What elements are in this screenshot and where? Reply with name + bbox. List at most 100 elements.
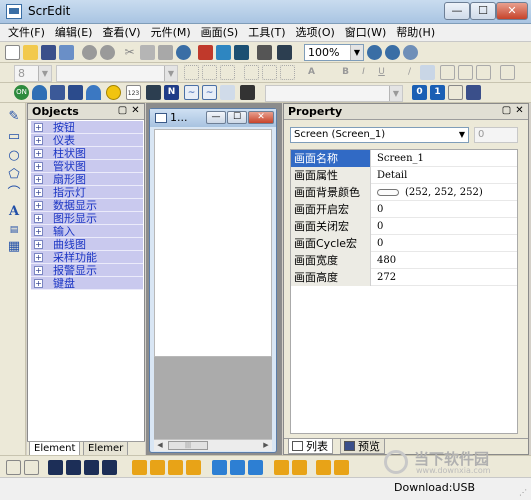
list-item[interactable]: + 仪表 — [31, 134, 143, 147]
center-icon[interactable] — [316, 460, 331, 475]
layer-up-icon[interactable] — [84, 460, 99, 475]
bold-icon[interactable]: B — [338, 65, 353, 80]
expand-icon[interactable]: + — [34, 136, 43, 145]
list-item[interactable]: + 图形显示 — [31, 212, 143, 225]
property-value[interactable]: Screen_1 — [377, 150, 424, 167]
font-color-icon[interactable]: A — [304, 65, 319, 80]
scroll-right-icon[interactable]: ▶ — [261, 441, 271, 450]
space-h-icon[interactable] — [274, 460, 289, 475]
doc-minimize-button[interactable]: — — [206, 111, 226, 124]
close-icon[interactable]: ✕ — [130, 105, 141, 117]
tab-element[interactable]: Element — [29, 442, 81, 456]
property-value[interactable]: 0 — [377, 235, 383, 252]
underline-icon[interactable]: U — [374, 65, 389, 80]
ungroup-icon[interactable] — [476, 65, 491, 80]
object-selector[interactable]: Screen (Screen_1) ▼ — [290, 127, 469, 143]
property-row[interactable]: 画面Cycle宏 0 — [291, 235, 517, 252]
expand-icon[interactable]: + — [34, 279, 43, 288]
close-icon[interactable]: ✕ — [514, 105, 525, 117]
bring-front-icon[interactable] — [6, 460, 21, 475]
rectangle-icon[interactable]: ▭ — [6, 129, 22, 145]
style-select[interactable]: ▼ — [265, 85, 403, 102]
digit-1-icon[interactable]: 1 — [430, 85, 445, 100]
list-item[interactable]: + 柱状图 — [31, 147, 143, 160]
digit-0-icon[interactable]: 0 — [412, 85, 427, 100]
undo-icon[interactable] — [82, 45, 97, 60]
property-value[interactable]: 0 — [377, 201, 383, 218]
nixie-icon[interactable]: N — [164, 85, 179, 100]
zoom-in-icon[interactable] — [367, 45, 382, 60]
list-item[interactable]: + 管状图 — [31, 160, 143, 173]
tab-element-2[interactable]: Elemer — [83, 442, 129, 456]
lamp-element-icon[interactable] — [50, 85, 65, 100]
round-button-icon[interactable] — [106, 85, 121, 100]
alarm-icon[interactable]: ~ — [202, 85, 217, 100]
print-icon[interactable] — [257, 45, 272, 60]
align-r-icon[interactable] — [168, 460, 183, 475]
pencil-icon[interactable]: ✎ — [6, 109, 22, 125]
property-row[interactable]: 画面宽度 480 — [291, 252, 517, 269]
menu-edit[interactable]: 编辑(E) — [50, 24, 98, 42]
list-item[interactable]: + 采样功能 — [31, 251, 143, 264]
menu-element[interactable]: 元件(M) — [146, 24, 196, 42]
expand-icon[interactable]: + — [34, 266, 43, 275]
compile-icon[interactable] — [198, 45, 213, 60]
property-row[interactable]: 画面开启宏 0 — [291, 201, 517, 218]
list-item[interactable]: + 曲线图 — [31, 238, 143, 251]
color-swatch[interactable] — [377, 189, 399, 196]
property-value[interactable]: Detail — [377, 167, 407, 184]
zoom-select[interactable]: 100% ▼ — [304, 44, 364, 61]
property-value[interactable]: 272 — [377, 269, 396, 286]
maximize-button[interactable]: ☐ — [470, 2, 496, 20]
property-value[interactable]: 0 — [377, 218, 383, 235]
align-top-icon[interactable] — [244, 65, 259, 80]
arc-icon[interactable]: ⌒ — [6, 186, 22, 202]
pen-icon[interactable]: / — [402, 65, 417, 80]
keypad-icon[interactable] — [146, 85, 161, 100]
property-row[interactable]: 画面背景颜色 (252, 252, 252) — [291, 184, 517, 201]
import-icon[interactable] — [59, 45, 74, 60]
table-icon[interactable]: ▦ — [6, 239, 22, 255]
pipe-element-icon[interactable] — [68, 85, 83, 100]
align-right-icon[interactable] — [220, 65, 235, 80]
scroll-thumb[interactable]: ||| — [168, 441, 208, 450]
send-back-icon[interactable] — [24, 460, 39, 475]
backward-icon[interactable] — [66, 460, 81, 475]
menu-help[interactable]: 帮助(H) — [391, 24, 440, 42]
list-item[interactable]: + 指示灯 — [31, 186, 143, 199]
list-item[interactable]: + 扇形图 — [31, 173, 143, 186]
list-item[interactable]: + 报警显示 — [31, 264, 143, 277]
horizontal-scrollbar[interactable]: ◀ ||| ▶ — [154, 439, 272, 451]
italic-icon[interactable]: I — [356, 65, 371, 80]
pin-icon[interactable]: ▢ — [117, 105, 128, 117]
expand-icon[interactable]: + — [34, 253, 43, 262]
fill-icon[interactable] — [420, 65, 435, 80]
expand-icon[interactable]: + — [34, 227, 43, 236]
dome-element-icon[interactable] — [86, 85, 101, 100]
group-icon[interactable] — [458, 65, 473, 80]
polygon-icon[interactable]: ⬠ — [6, 167, 22, 183]
minimize-button[interactable]: — — [444, 2, 470, 20]
scroll-left-icon[interactable]: ◀ — [155, 441, 165, 450]
list-item[interactable]: + 按钮 — [31, 121, 143, 134]
layer-icon[interactable] — [440, 65, 455, 80]
menu-tools[interactable]: 工具(T) — [243, 24, 290, 42]
download-icon[interactable] — [216, 45, 231, 60]
center-v-icon[interactable] — [334, 460, 349, 475]
forward-icon[interactable] — [48, 460, 63, 475]
property-value-color[interactable]: (252, 252, 252) — [377, 184, 483, 201]
menu-file[interactable]: 文件(F) — [0, 24, 50, 42]
open-folder-icon[interactable] — [23, 45, 38, 60]
layer-down-icon[interactable] — [102, 460, 117, 475]
font-size-select[interactable]: 8 ▼ — [14, 65, 52, 82]
list-item[interactable]: + 键盘 — [31, 277, 143, 290]
same-height-icon[interactable] — [230, 460, 245, 475]
same-width-icon[interactable] — [212, 460, 227, 475]
zoom-fit-icon[interactable] — [403, 45, 418, 60]
save-icon[interactable] — [41, 45, 56, 60]
ruler-icon[interactable]: ▤ — [6, 222, 22, 238]
tab-list[interactable]: 列表 — [288, 439, 333, 454]
expand-icon[interactable]: + — [34, 175, 43, 184]
expand-icon[interactable]: + — [34, 201, 43, 210]
doc-close-button[interactable]: ✕ — [248, 111, 274, 124]
